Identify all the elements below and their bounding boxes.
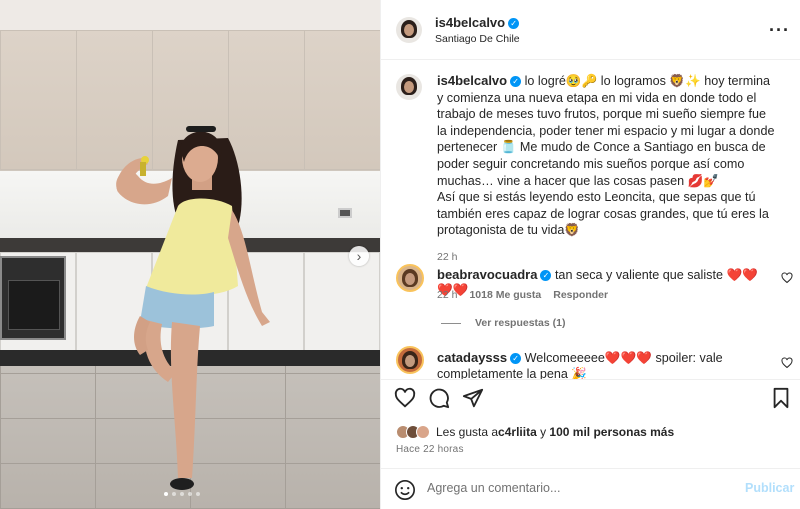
comment-username[interactable]: catadaysss [437, 350, 507, 365]
verified-badge-icon: ✓ [508, 18, 520, 29]
comment-heart-icon[interactable] [781, 357, 793, 369]
liker-avatar[interactable] [416, 425, 430, 439]
verified-badge-icon: ✓ [510, 353, 522, 364]
carousel-dot [172, 492, 176, 496]
instagram-post: › is4belcalvo ✓ Santiago De Chile ··· is… [0, 0, 800, 509]
post-caption: is4belcalvo ✓ lo logré🥹🔑 lo logramos 🦁✨ h… [437, 73, 777, 266]
carousel-dot [196, 492, 200, 496]
emoji-icon[interactable] [394, 479, 416, 501]
posted-time[interactable]: Hace 22 horas [396, 444, 464, 455]
comment-icon[interactable] [428, 387, 450, 409]
caption-avatar[interactable] [396, 74, 422, 100]
view-replies-label[interactable]: Ver respuestas (1) [475, 317, 565, 329]
comment-input[interactable] [427, 481, 727, 495]
likes-summary: Les gusta a c4rliita y 100 mil personas … [396, 425, 674, 439]
verified-badge-icon: ✓ [510, 76, 522, 87]
publish-button[interactable]: Publicar [745, 481, 794, 495]
bookmark-icon[interactable] [770, 387, 792, 409]
caption-text: lo logré🥹🔑 lo logramos 🦁✨ hoy termina y … [437, 74, 775, 188]
verified-badge-icon: ✓ [540, 270, 552, 281]
likes-user[interactable]: c4rliita [498, 425, 537, 439]
more-options-icon[interactable]: ··· [769, 20, 790, 41]
add-comment-bar: Publicar [381, 468, 800, 509]
post-header: is4belcalvo ✓ Santiago De Chile ··· [381, 0, 800, 60]
comment-time[interactable]: 22 h [437, 289, 457, 301]
carousel-indicator [164, 492, 200, 496]
share-icon[interactable] [462, 387, 484, 409]
likes-connector: y [536, 425, 550, 439]
reply-button[interactable]: Responder [553, 289, 608, 301]
caption-time[interactable]: 22 h [437, 249, 777, 266]
carousel-dot [188, 492, 192, 496]
heart-icon[interactable] [394, 387, 416, 409]
caption-text-continued: Así que si estás leyendo esto Leoncita, … [437, 190, 769, 238]
comment-meta: 22 h 1018 Me gusta Responder [437, 289, 608, 301]
comment-username[interactable]: beabravocuadra [437, 267, 537, 282]
carousel-dot [180, 492, 184, 496]
author-avatar[interactable] [396, 17, 422, 43]
post-location[interactable]: Santiago De Chile [435, 33, 520, 45]
carousel-dot-active [164, 492, 168, 496]
commenter-avatar[interactable] [396, 264, 424, 292]
comments-scroll-area[interactable]: is4belcalvo ✓ lo logré🥹🔑 lo logramos 🦁✨ h… [381, 61, 800, 379]
comment-heart-icon[interactable] [781, 272, 793, 284]
post-side-panel: is4belcalvo ✓ Santiago De Chile ··· is4be… [380, 0, 800, 509]
post-image[interactable]: › [0, 0, 380, 509]
woman-figure [116, 126, 270, 490]
comment-likes[interactable]: 1018 Me gusta [469, 289, 541, 301]
likes-prefix: Les gusta a [436, 425, 499, 439]
comment-item: catadaysss ✓ Welcomeeeee❤️❤️❤️ spoiler: v… [437, 350, 767, 379]
commenter-avatar[interactable] [396, 346, 424, 374]
chevron-right-icon[interactable]: › [349, 246, 369, 266]
caption-username[interactable]: is4belcalvo [437, 73, 507, 88]
likes-others[interactable]: 100 mil personas más [549, 425, 674, 439]
author-username[interactable]: is4belcalvo [435, 15, 505, 30]
post-actions: Les gusta a c4rliita y 100 mil personas … [381, 379, 800, 509]
liker-avatars [396, 425, 430, 439]
view-replies[interactable]: Ver respuestas (1) [441, 317, 565, 329]
